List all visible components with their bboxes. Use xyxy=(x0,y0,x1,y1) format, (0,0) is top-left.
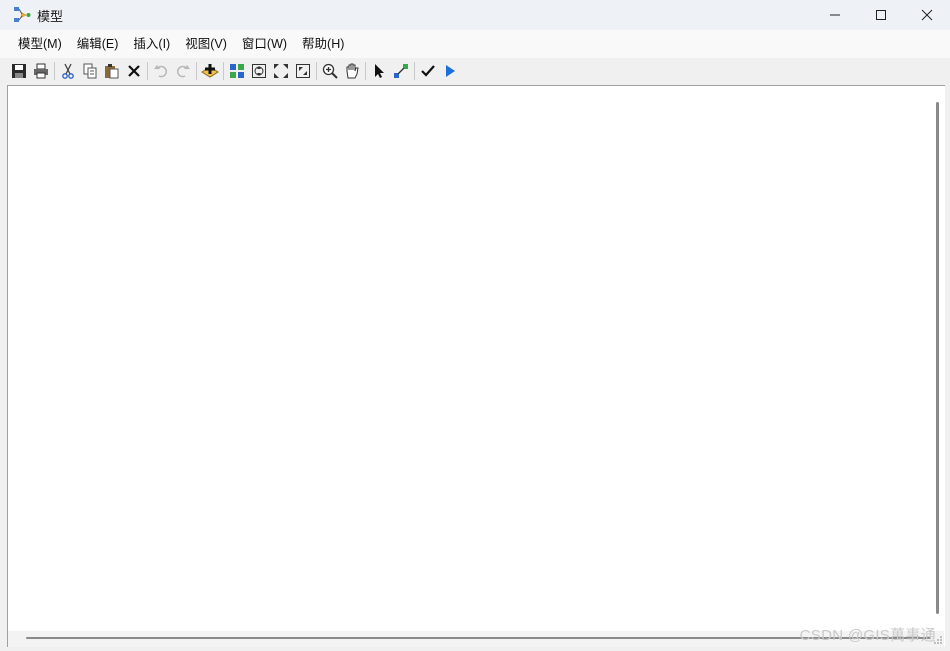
pan-button[interactable] xyxy=(341,60,363,82)
toolbar-separator xyxy=(365,62,366,80)
auto-layout-icon xyxy=(230,64,244,78)
window-title: 模型 xyxy=(37,8,64,24)
toolbar-separator xyxy=(196,62,197,80)
menu-insert[interactable]: 插入(I) xyxy=(127,33,176,55)
run-icon xyxy=(446,65,455,77)
zoom-in-fixed-button[interactable] xyxy=(270,60,292,82)
toolbar-separator xyxy=(147,62,148,80)
add-data-icon xyxy=(201,64,219,78)
run-button[interactable] xyxy=(439,60,461,82)
menu-view[interactable]: 视图(V) xyxy=(179,33,233,55)
minimize-icon xyxy=(830,14,840,16)
paste-button[interactable] xyxy=(101,60,123,82)
validate-button[interactable] xyxy=(417,60,439,82)
toolbar-separator xyxy=(223,62,224,80)
auto-layout-button[interactable] xyxy=(226,60,248,82)
validate-icon xyxy=(421,65,435,77)
horizontal-scrollbar[interactable] xyxy=(26,637,931,639)
print-button[interactable] xyxy=(30,60,52,82)
print-icon xyxy=(34,63,48,79)
save-button[interactable] xyxy=(8,60,30,82)
copy-icon xyxy=(83,63,97,79)
menu-edit[interactable]: 编辑(E) xyxy=(71,33,125,55)
full-extent-icon xyxy=(252,64,266,78)
menu-help[interactable]: 帮助(H) xyxy=(296,33,350,55)
model-builder-icon xyxy=(14,7,31,22)
save-icon xyxy=(12,64,26,78)
delete-button[interactable] xyxy=(123,60,145,82)
select-icon xyxy=(375,64,384,78)
zoom-in-button[interactable] xyxy=(319,60,341,82)
undo-button[interactable] xyxy=(150,60,172,82)
delete-icon xyxy=(128,65,140,77)
toolbar-separator xyxy=(414,62,415,80)
cut-icon xyxy=(62,63,74,79)
zoom-in-fixed-icon xyxy=(274,64,288,78)
close-button[interactable] xyxy=(904,0,950,30)
title-bar: 模型 xyxy=(0,0,950,30)
menu-bar: 模型(M) 编辑(E) 插入(I) 视图(V) 窗口(W) 帮助(H) xyxy=(0,30,950,58)
toolbar-separator xyxy=(54,62,55,80)
connect-button[interactable] xyxy=(390,60,412,82)
redo-icon xyxy=(176,65,190,78)
paste-icon xyxy=(105,64,119,79)
menu-window[interactable]: 窗口(W) xyxy=(236,33,293,55)
zoom-out-fixed-button[interactable] xyxy=(292,60,314,82)
window-controls xyxy=(812,0,950,30)
toolbar xyxy=(8,58,461,84)
cut-button[interactable] xyxy=(57,60,79,82)
undo-icon xyxy=(154,65,168,78)
zoom-in-icon xyxy=(322,63,338,79)
connect-icon xyxy=(394,64,408,78)
pan-icon xyxy=(346,63,359,79)
minimize-button[interactable] xyxy=(812,0,858,30)
close-icon xyxy=(921,9,933,21)
maximize-icon xyxy=(876,10,886,20)
maximize-button[interactable] xyxy=(858,0,904,30)
model-canvas[interactable] xyxy=(7,85,945,647)
full-extent-button[interactable] xyxy=(248,60,270,82)
redo-button[interactable] xyxy=(172,60,194,82)
copy-button[interactable] xyxy=(79,60,101,82)
watermark: CSDN @GIS萬事通 xyxy=(799,627,936,644)
add-data-button[interactable] xyxy=(199,60,221,82)
toolbar-separator xyxy=(316,62,317,80)
vertical-scrollbar[interactable] xyxy=(936,102,939,614)
select-button[interactable] xyxy=(368,60,390,82)
menu-model[interactable]: 模型(M) xyxy=(12,33,68,55)
zoom-out-fixed-icon xyxy=(296,64,310,78)
